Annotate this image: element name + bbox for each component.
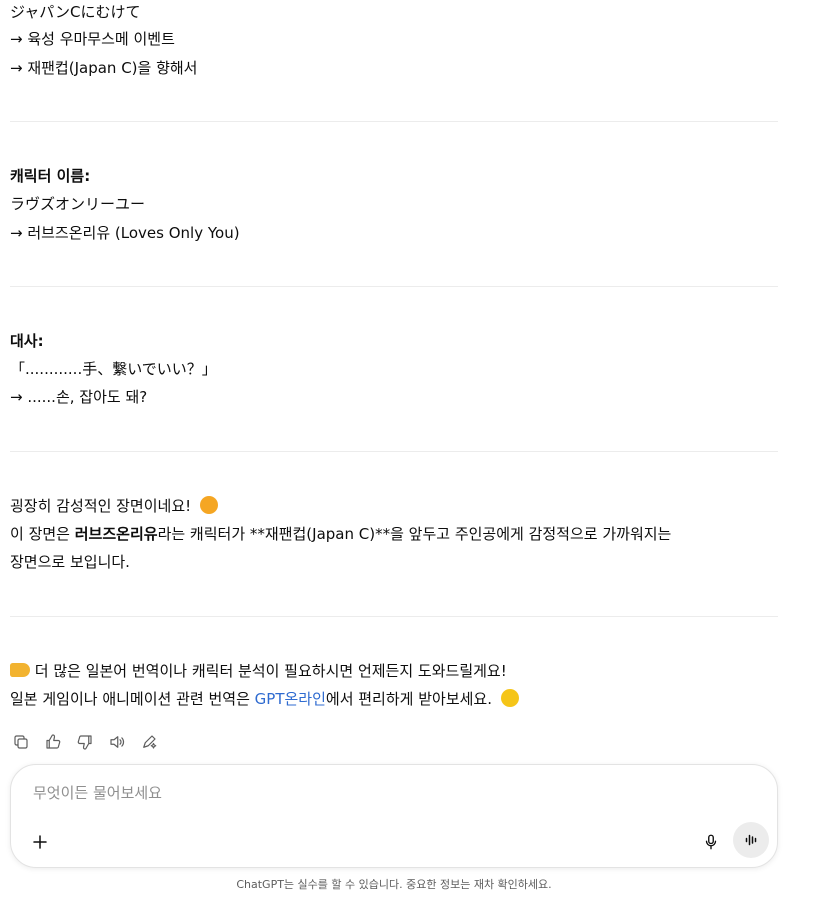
copy-button[interactable] — [10, 731, 32, 753]
pencil-sparkle-icon — [143, 735, 157, 749]
jp-dialogue: 「............手、繋いでいい？」 — [10, 360, 217, 378]
thumbs-down-button[interactable] — [74, 731, 96, 753]
response-text: 라는 캐릭터가 **재팬컵(Japan C)**을 앞두고 주인공에게 감정적으… — [157, 525, 672, 543]
add-attachment-button[interactable] — [29, 831, 51, 853]
response-line: 장면으로 보입니다. — [10, 553, 130, 571]
smiling-face-icon — [500, 689, 519, 707]
response-text: 이 장면은 — [10, 525, 75, 543]
response-line: 더 많은 일본어 번역이나 캐릭터 분석이 필요하시면 언제든지 도와드릴게요! — [10, 661, 507, 681]
dialogue-heading: 대사: — [10, 332, 44, 350]
jp-character-name: ラヴズオンリーユー — [10, 195, 146, 213]
speaker-icon — [110, 736, 125, 748]
response-text: 일본 게임이나 애니메이션 관련 번역은 — [10, 690, 255, 708]
gpt-online-link[interactable]: GPT온라인 — [255, 690, 326, 708]
translation-line: → 러브즈온리유 (Loves Only You) — [10, 224, 240, 242]
message-actions — [10, 731, 160, 753]
divider — [10, 616, 778, 617]
thumbs-up-icon — [46, 734, 61, 749]
character-name-bold: 러브즈온리유 — [74, 525, 158, 543]
disclaimer-text: ChatGPT는 실수를 할 수 있습니다. 중요한 정보는 재차 확인하세요. — [236, 878, 552, 891]
translation-line: → ......손, 잡아도 돼? — [10, 388, 148, 406]
divider — [10, 451, 778, 452]
microphone-icon — [705, 834, 717, 850]
response-text: 더 많은 일본어 번역이나 캐릭터 분석이 필요하시면 언제든지 도와드릴게요! — [30, 662, 507, 680]
divider — [10, 121, 778, 122]
translation-line: → 재팬컵(Japan C)을 향해서 — [10, 59, 198, 77]
smiling-face-with-hearts-icon — [199, 496, 218, 514]
thumbs-down-icon — [77, 735, 92, 750]
waveform-icon — [745, 834, 757, 846]
prompt-input[interactable] — [31, 783, 635, 803]
voice-mode-button[interactable] — [733, 822, 769, 858]
edit-button[interactable] — [138, 731, 160, 753]
jp-event-title: ジャパンCにむけて — [10, 3, 141, 21]
response-text: 굉장히 감성적인 장면이네요! — [10, 497, 192, 515]
response-line: 이 장면은 러브즈온리유라는 캐릭터가 **재팬컵(Japan C)**을 앞두… — [10, 524, 671, 544]
dictate-button[interactable] — [700, 831, 722, 853]
read-aloud-button[interactable] — [106, 731, 128, 753]
divider — [10, 286, 778, 287]
translation-line: → 육성 우마무스메 이벤트 — [10, 30, 175, 48]
character-name-heading: 캐릭터 이름: — [10, 167, 91, 185]
response-line: 일본 게임이나 애니메이션 관련 번역은 GPT온라인에서 편리하게 받아보세요… — [10, 689, 519, 709]
response-text: 에서 편리하게 받아보세요. — [325, 690, 492, 708]
pointing-hand-icon — [10, 663, 30, 677]
response-line: 굉장히 감성적인 장면이네요! — [10, 496, 218, 516]
copy-icon — [14, 735, 28, 749]
message-composer — [10, 764, 778, 868]
thumbs-up-button[interactable] — [42, 731, 64, 753]
plus-icon — [33, 835, 47, 849]
